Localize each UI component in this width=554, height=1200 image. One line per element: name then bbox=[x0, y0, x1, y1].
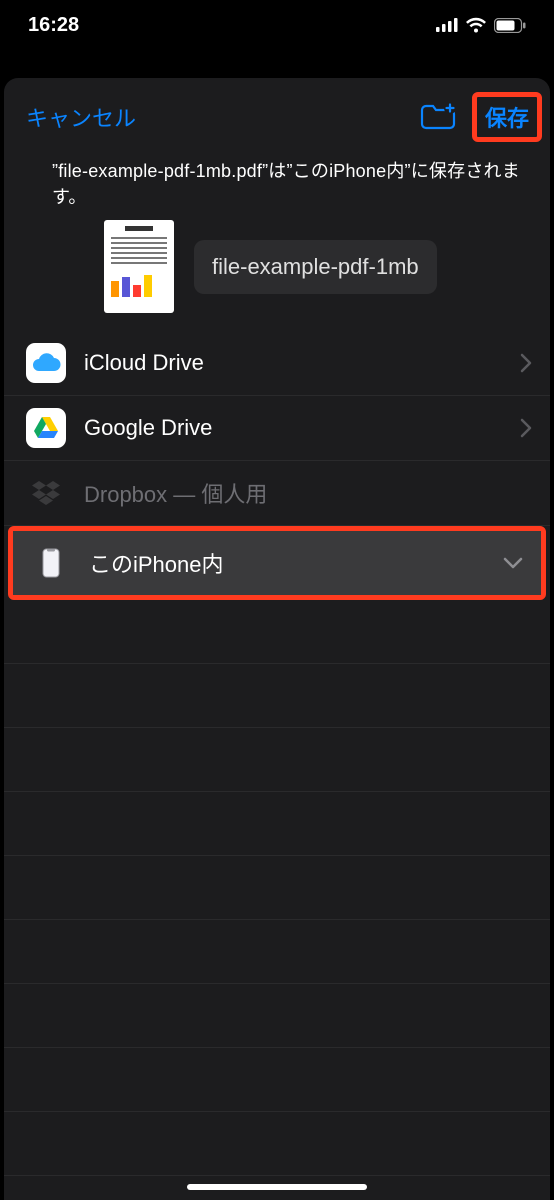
save-sheet: キャンセル 保存 ”file-example-pdf-1mb.pdf”は”このi… bbox=[4, 78, 550, 1200]
sheet-header: キャンセル 保存 bbox=[4, 78, 550, 156]
cancel-button[interactable]: キャンセル bbox=[26, 101, 136, 133]
new-folder-button[interactable] bbox=[416, 98, 460, 137]
dropbox-icon bbox=[26, 473, 66, 513]
location-dropbox: Dropbox — 個人用 bbox=[4, 461, 550, 526]
chevron-right-icon bbox=[520, 353, 532, 373]
filename-field[interactable]: file-example-pdf-1mb bbox=[194, 240, 437, 294]
location-iphone-highlight: このiPhone内 bbox=[8, 526, 546, 600]
file-preview-row: file-example-pdf-1mb bbox=[4, 220, 550, 331]
wifi-icon bbox=[465, 17, 487, 33]
location-label: iCloud Drive bbox=[84, 350, 502, 376]
save-button[interactable]: 保存 bbox=[485, 101, 529, 133]
battery-icon bbox=[494, 18, 526, 33]
save-button-highlight: 保存 bbox=[472, 92, 542, 142]
chevron-right-icon bbox=[520, 418, 532, 438]
status-time: 16:28 bbox=[28, 14, 79, 37]
icloud-icon bbox=[26, 343, 66, 383]
location-on-my-iphone[interactable]: このiPhone内 bbox=[13, 531, 541, 595]
location-list: iCloud Drive Google Drive Dropbox — 個人用 … bbox=[4, 331, 550, 1176]
location-icloud-drive[interactable]: iCloud Drive bbox=[4, 331, 550, 396]
list-item bbox=[4, 984, 550, 1048]
status-bar: 16:28 bbox=[0, 0, 554, 50]
file-thumbnail bbox=[104, 220, 174, 313]
list-item bbox=[4, 664, 550, 728]
location-label: Google Drive bbox=[84, 415, 502, 441]
list-item bbox=[4, 728, 550, 792]
location-google-drive[interactable]: Google Drive bbox=[4, 396, 550, 461]
list-item bbox=[4, 1112, 550, 1176]
list-item bbox=[4, 792, 550, 856]
location-label: Dropbox — 個人用 bbox=[84, 477, 532, 509]
save-location-description: ”file-example-pdf-1mb.pdf”は”このiPhone内”に保… bbox=[4, 156, 550, 220]
status-right-icons bbox=[436, 17, 526, 33]
cellular-icon bbox=[436, 18, 458, 32]
iphone-icon bbox=[31, 543, 71, 583]
list-item bbox=[4, 920, 550, 984]
list-item bbox=[4, 600, 550, 664]
home-indicator[interactable] bbox=[187, 1184, 367, 1190]
location-label: このiPhone内 bbox=[89, 547, 485, 579]
chevron-down-icon bbox=[503, 557, 523, 569]
new-folder-icon bbox=[420, 102, 456, 130]
list-item bbox=[4, 1048, 550, 1112]
list-item bbox=[4, 856, 550, 920]
google-drive-icon bbox=[26, 408, 66, 448]
